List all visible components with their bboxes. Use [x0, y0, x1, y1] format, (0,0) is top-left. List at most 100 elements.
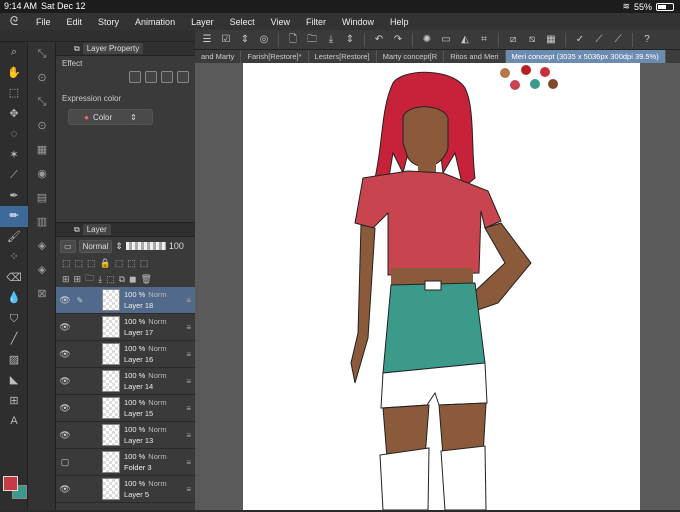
drag-handle-icon[interactable]: ≡ [186, 296, 191, 305]
gradient-icon[interactable]: ▨ [0, 350, 28, 371]
fill-bucket-icon[interactable]: ⛉ [0, 309, 28, 330]
eraser-icon[interactable]: ⌫ [0, 268, 28, 289]
document-tab[interactable]: Marty concept[R [377, 50, 445, 63]
new-file-icon[interactable]: 🗋 [285, 32, 301, 48]
drag-handle-icon[interactable]: ≡ [186, 323, 191, 332]
border-effect-icon[interactable] [129, 71, 141, 83]
menu-lines-icon[interactable]: ☰ [199, 32, 215, 48]
document-tab[interactable]: Meri concept (3035 x 5036px 300dpi 39.5%… [505, 50, 666, 63]
eye-icon[interactable]: 👁 [56, 484, 74, 495]
hidden-eye-box-icon[interactable]: ▢ [56, 457, 74, 468]
open-folder-icon[interactable]: 🗀 [304, 32, 320, 48]
mask-icon[interactable]: ⬚ [127, 258, 136, 269]
drag-handle-icon[interactable]: ≡ [186, 350, 191, 359]
opacity-slider[interactable] [125, 242, 166, 250]
layer-row[interactable]: 👁 100 % Norm Layer 17 ≡ [56, 314, 195, 341]
ruler-layer-icon[interactable]: ⬚ [140, 258, 149, 269]
figure-icon[interactable]: ◣ [0, 370, 28, 391]
eye-icon[interactable]: 👁 [56, 376, 74, 387]
arrows-icon[interactable]: ⇕ [342, 32, 358, 48]
zoom-icon[interactable]: ⌕ [0, 42, 28, 63]
layer-property-tab[interactable]: Layer Property [82, 43, 144, 54]
blend-icon[interactable]: 💧 [0, 288, 28, 309]
drag-handle-icon[interactable]: ≡ [186, 404, 191, 413]
ruler-icon[interactable]: ⧄ [505, 32, 521, 48]
airbrush-icon[interactable]: ⁘ [0, 247, 28, 268]
frame-icon[interactable]: ⊞ [0, 391, 28, 412]
blend-mode-dropdown[interactable]: Normal [78, 239, 113, 253]
layer-row[interactable]: 👁 ✎ 100 % Norm Layer 18 ≡ [56, 287, 195, 314]
hand-icon[interactable]: ✋ [0, 63, 28, 84]
expression-color-dropdown[interactable]: ● Color ⇕ [68, 109, 153, 125]
document-tab[interactable]: Lesters[Restore] [309, 50, 377, 63]
pencil-icon[interactable]: ✏ [0, 206, 28, 227]
layer-clip-icon[interactable]: ⬚ [62, 258, 71, 269]
tone-effect-icon[interactable] [161, 71, 173, 83]
reference-layer-icon[interactable]: ⬚ [75, 258, 84, 269]
layer-row[interactable]: 👁 100 % Norm Layer 5 ≡ [56, 476, 195, 503]
sub-tool-icon[interactable]: ⊙ [28, 114, 56, 138]
pen-check-icon[interactable]: ⟋ [591, 32, 607, 48]
menu-window[interactable]: Window [334, 17, 382, 27]
eye-icon[interactable]: 👁 [56, 403, 74, 414]
redo-icon[interactable]: ↷ [390, 32, 406, 48]
auto-select-icon[interactable]: ✶ [0, 145, 28, 166]
snap-icon[interactable]: ⧅ [524, 32, 540, 48]
delete-layer-icon[interactable]: 🗑 [141, 274, 152, 285]
sub-tool-icon[interactable]: ⤡ [28, 90, 56, 114]
lock-icon[interactable]: 🔒 [100, 258, 111, 269]
sub-tool-icon[interactable]: ▤ [28, 186, 56, 210]
drag-handle-icon[interactable]: ≡ [186, 377, 191, 386]
pen-icon[interactable]: ✒ [0, 186, 28, 207]
new-vector-layer-icon[interactable]: ⊞ [74, 274, 82, 285]
grid-icon[interactable]: ▦ [543, 32, 559, 48]
menu-select[interactable]: Select [222, 17, 263, 27]
loading-icon[interactable]: ✺ [419, 32, 435, 48]
companion-icon[interactable]: ◎ [256, 32, 272, 48]
sub-tool-icon[interactable]: ◉ [28, 162, 56, 186]
layer-panel-tab[interactable]: Layer [82, 224, 111, 235]
menu-filter[interactable]: Filter [298, 17, 334, 27]
menu-story[interactable]: Story [90, 17, 127, 27]
layer-row[interactable]: 👁 100 % Norm Layer 15 ≡ [56, 395, 195, 422]
sub-tool-icon[interactable]: ◈ [28, 234, 56, 258]
sub-tool-icon[interactable]: ◈ [28, 258, 56, 282]
help-icon[interactable]: ? [639, 32, 655, 48]
watercolor-effect-icon[interactable] [145, 71, 157, 83]
new-raster-layer-icon[interactable]: ⊞ [62, 274, 70, 285]
lasso-icon[interactable]: ◌ [0, 124, 28, 145]
fill-icon[interactable]: ◭ [457, 32, 473, 48]
menu-edit[interactable]: Edit [59, 17, 91, 27]
text-icon[interactable]: A [0, 411, 28, 432]
eye-icon[interactable]: 👁 [56, 322, 74, 333]
arrows-icon[interactable]: ⇕ [237, 32, 253, 48]
sub-tool-icon[interactable]: ⤡ [28, 42, 56, 66]
clip-studio-logo-icon[interactable]: ᘓ [0, 14, 28, 29]
canvas-paper[interactable] [243, 63, 640, 511]
menu-help[interactable]: Help [382, 17, 417, 27]
layer-row[interactable]: 👁 100 % Norm Layer 16 ≡ [56, 341, 195, 368]
document-tab[interactable]: Ritos and Meri [444, 50, 506, 63]
eye-icon[interactable]: 👁 [56, 349, 74, 360]
sub-tool-icon[interactable]: ⊠ [28, 282, 56, 306]
layer-row[interactable]: 👁 100 % Norm Layer 13 ≡ [56, 422, 195, 449]
layer-color-icon[interactable] [177, 71, 189, 83]
eye-icon[interactable]: 👁 [56, 430, 74, 441]
transfer-down-icon[interactable]: ⤓ [98, 274, 102, 285]
sub-tool-icon[interactable]: ⊙ [28, 66, 56, 90]
check-pen-icon[interactable]: ✓ [572, 32, 588, 48]
sub-tool-icon[interactable]: ▦ [28, 138, 56, 162]
menu-animation[interactable]: Animation [127, 17, 183, 27]
opacity-value[interactable]: 100 [169, 241, 184, 251]
crop-icon[interactable]: ⌗ [476, 32, 492, 48]
sub-tool-icon[interactable]: ▥ [28, 210, 56, 234]
operation-icon[interactable]: ⬚ [0, 83, 28, 104]
menu-layer[interactable]: Layer [183, 17, 222, 27]
copy-layer-icon[interactable]: ⧉ [119, 274, 125, 285]
layer-mask-icon[interactable]: ◼ [129, 274, 136, 285]
pen-underline-icon[interactable]: ⟋ [610, 32, 626, 48]
brush-icon[interactable]: 🖌 [0, 227, 28, 248]
draft-layer-icon[interactable]: ⬚ [87, 258, 96, 269]
drag-handle-icon[interactable]: ≡ [186, 431, 191, 440]
menu-file[interactable]: File [28, 17, 59, 27]
